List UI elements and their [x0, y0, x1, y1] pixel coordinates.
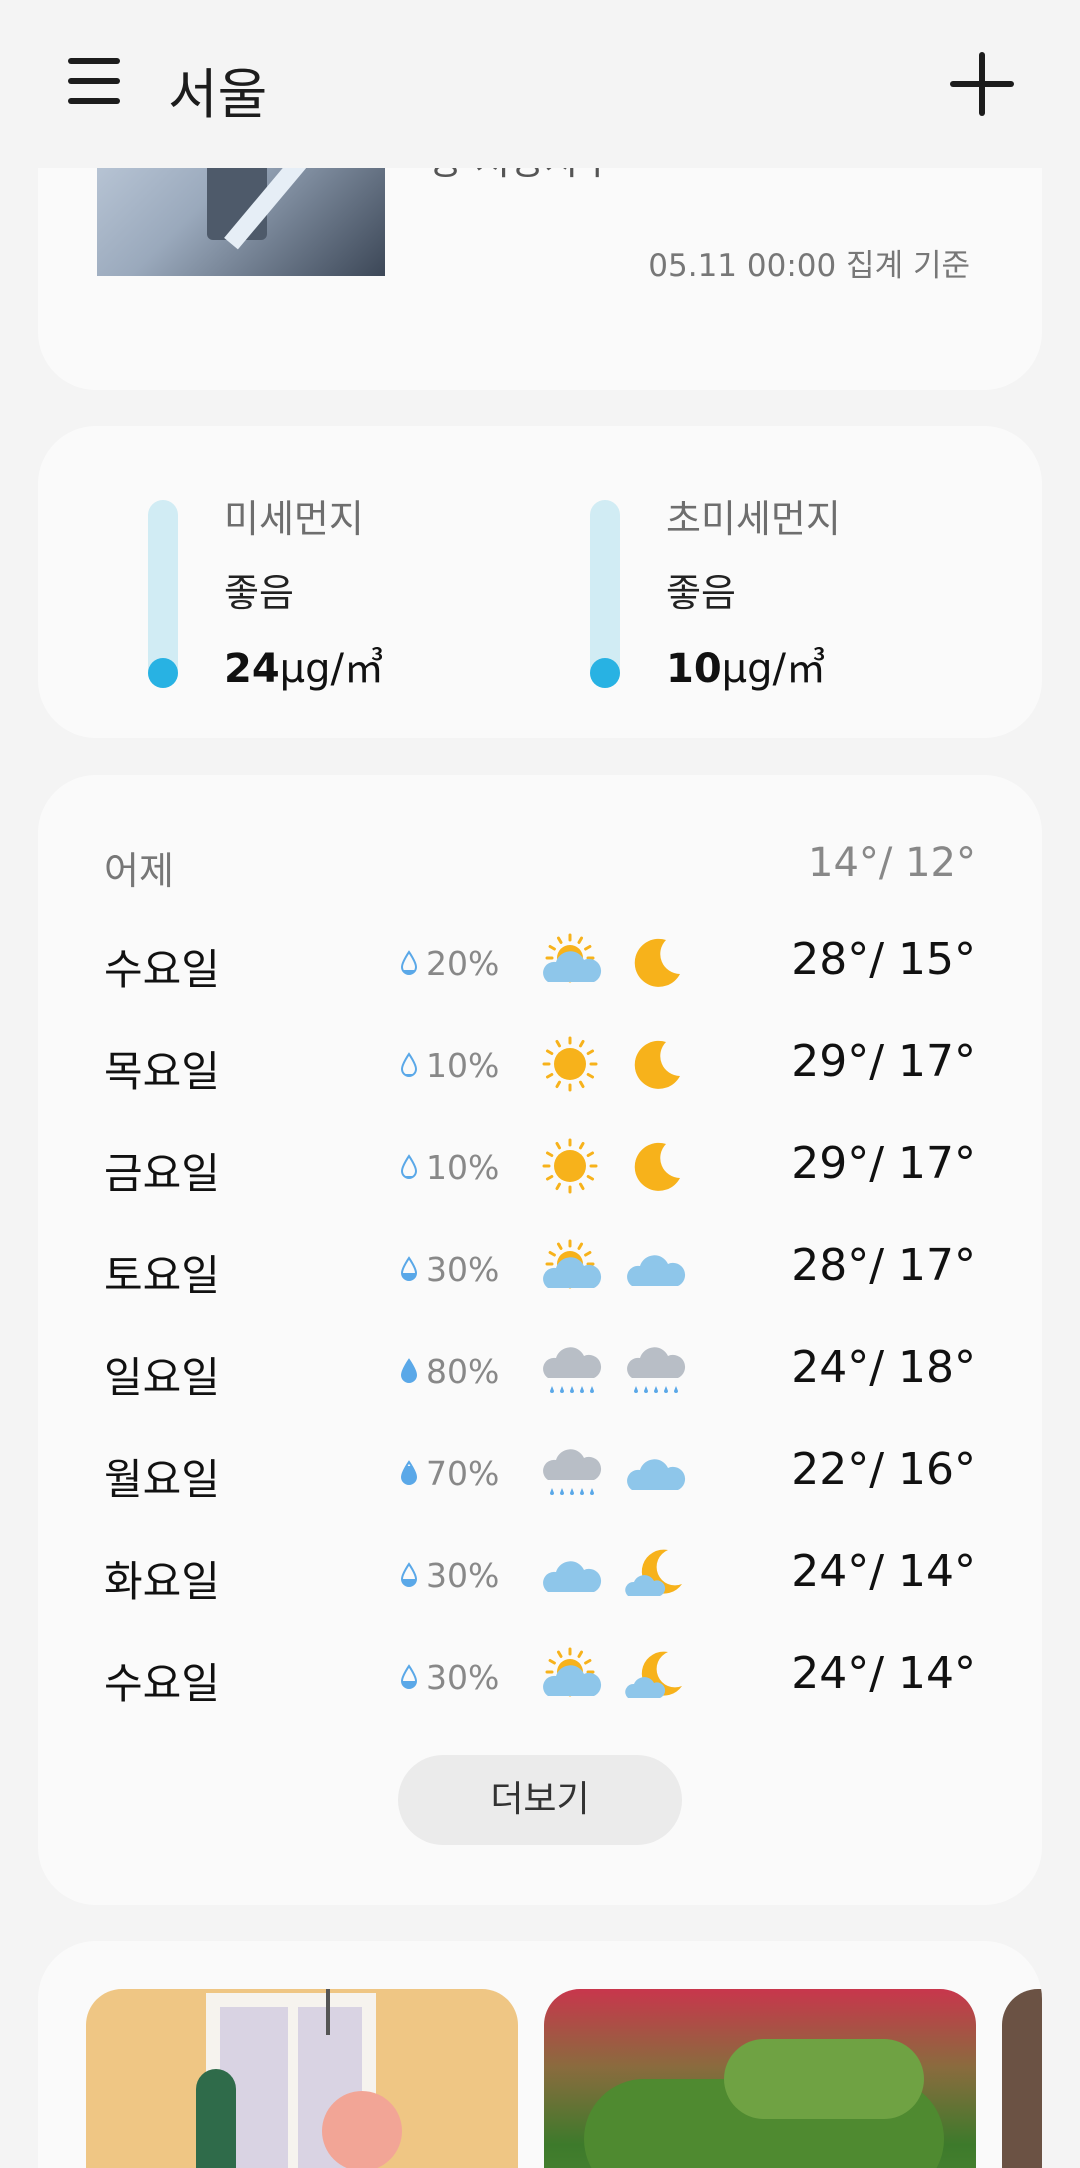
- forecast-temps: 24°/ 18°: [791, 1342, 976, 1393]
- rain-icon: [627, 1347, 686, 1393]
- precipitation-drop-icon: [400, 1664, 418, 1690]
- rain-icon: [543, 1347, 602, 1393]
- yesterday-label: 어제: [104, 849, 174, 893]
- forecast-row[interactable]: 월요일 70% 22°/ 16°: [38, 1430, 1042, 1520]
- fine-dust-grade: 좋음: [224, 571, 294, 615]
- forecast-row[interactable]: 수요일 30% 24°/ 14°: [38, 1634, 1042, 1724]
- forecast-day: 금요일: [104, 1149, 220, 1198]
- precipitation-chance: 30%: [426, 1556, 500, 1595]
- precipitation-drop-icon: [400, 1460, 418, 1486]
- precipitation-chance: 80%: [426, 1352, 500, 1391]
- precipitation-chance: 30%: [426, 1250, 500, 1289]
- forecast-day: 목요일: [104, 1047, 220, 1096]
- precipitation-drop-icon: [400, 1358, 418, 1384]
- precipitation-chance: 70%: [426, 1454, 500, 1493]
- cloudy-moon-icon: [625, 1651, 682, 1698]
- partly-sunny-icon: [543, 1239, 602, 1289]
- precipitation-drop-icon: [400, 1562, 418, 1588]
- fine-dust-label: 미세먼지: [224, 497, 364, 541]
- precipitation-chance: 30%: [426, 1658, 500, 1697]
- weather-page: 서울 상 처방자수 464 05.11 00:00 집계 기준 미세먼지 좋음 …: [0, 0, 1080, 2168]
- partly-sunny-icon: [543, 1647, 602, 1697]
- precipitation-drop-icon: [400, 950, 418, 976]
- content-thumbnail[interactable]: [86, 1989, 518, 2168]
- ultrafine-dust-item: 초미세먼지 좋음 10μg/㎥: [590, 488, 990, 692]
- ultrafine-dust-value: 10μg/㎥: [666, 646, 826, 692]
- precipitation-chance: 20%: [426, 944, 500, 983]
- content-thumbnail[interactable]: [544, 1989, 976, 2168]
- app-header: 서울: [0, 0, 1080, 168]
- content-card: [38, 1941, 1042, 2168]
- plus-icon[interactable]: [950, 52, 1014, 116]
- hamburger-menu-icon[interactable]: [64, 54, 124, 114]
- precipitation-chance: 10%: [426, 1148, 500, 1187]
- moon-icon: [634, 1142, 680, 1191]
- daily-forecast-card: 어제 14°/ 12° 수요일 20% 28°/ 15° 목요일 10% 29°…: [38, 775, 1042, 1905]
- precipitation-chance: 10%: [426, 1046, 500, 1085]
- news-date: 05.11 00:00 집계 기준: [648, 248, 970, 284]
- forecast-row[interactable]: 화요일 30% 24°/ 14°: [38, 1532, 1042, 1622]
- sun-icon: [542, 1036, 598, 1092]
- forecast-day: 토요일: [104, 1251, 220, 1300]
- moon-icon: [634, 1040, 680, 1089]
- precipitation-drop-icon: [400, 1052, 418, 1078]
- cloudy-moon-icon: [625, 1549, 682, 1596]
- forecast-day: 화요일: [104, 1557, 220, 1606]
- air-quality-card[interactable]: 미세먼지 좋음 24μg/㎥ 초미세먼지 좋음 10μg/㎥: [38, 426, 1042, 738]
- ultrafine-dust-grade: 좋음: [666, 571, 736, 615]
- ultrafine-dust-gauge: [590, 500, 620, 688]
- forecast-day: 월요일: [104, 1455, 220, 1504]
- cloud-icon: [627, 1255, 686, 1286]
- moon-icon: [634, 938, 680, 987]
- forecast-day: 수요일: [104, 945, 220, 994]
- ultrafine-dust-label: 초미세먼지: [666, 497, 841, 541]
- forecast-temps: 29°/ 17°: [791, 1138, 976, 1189]
- precipitation-drop-icon: [400, 1154, 418, 1180]
- yesterday-temp: 14°/ 12°: [808, 840, 976, 886]
- forecast-row[interactable]: 토요일 30% 28°/ 17°: [38, 1226, 1042, 1316]
- location-title: 서울: [168, 63, 268, 126]
- cloud-icon: [543, 1561, 602, 1592]
- precipitation-drop-icon: [400, 1256, 418, 1282]
- forecast-row[interactable]: 금요일 10% 29°/ 17°: [38, 1124, 1042, 1214]
- forecast-day: 수요일: [104, 1659, 220, 1708]
- forecast-temps: 24°/ 14°: [791, 1648, 976, 1699]
- forecast-temps: 22°/ 16°: [791, 1444, 976, 1495]
- fine-dust-value: 24μg/㎥: [224, 646, 384, 692]
- forecast-temps: 29°/ 17°: [791, 1036, 976, 1087]
- sun-icon: [542, 1138, 598, 1194]
- forecast-row[interactable]: 수요일 20% 28°/ 15°: [38, 920, 1042, 1010]
- fine-dust-gauge: [148, 500, 178, 688]
- forecast-temps: 28°/ 17°: [791, 1240, 976, 1291]
- more-button[interactable]: 더보기: [398, 1755, 682, 1845]
- rain-icon: [543, 1449, 602, 1495]
- partly-sunny-icon: [543, 933, 602, 983]
- forecast-row[interactable]: 목요일 10% 29°/ 17°: [38, 1022, 1042, 1112]
- cloud-icon: [627, 1459, 686, 1490]
- forecast-temps: 28°/ 15°: [791, 934, 976, 985]
- forecast-temps: 24°/ 14°: [791, 1546, 976, 1597]
- content-thumbnail[interactable]: [1002, 1989, 1042, 2168]
- forecast-row[interactable]: 일요일 80% 24°/ 18°: [38, 1328, 1042, 1418]
- forecast-day: 일요일: [104, 1353, 220, 1402]
- fine-dust-item: 미세먼지 좋음 24μg/㎥: [148, 488, 548, 692]
